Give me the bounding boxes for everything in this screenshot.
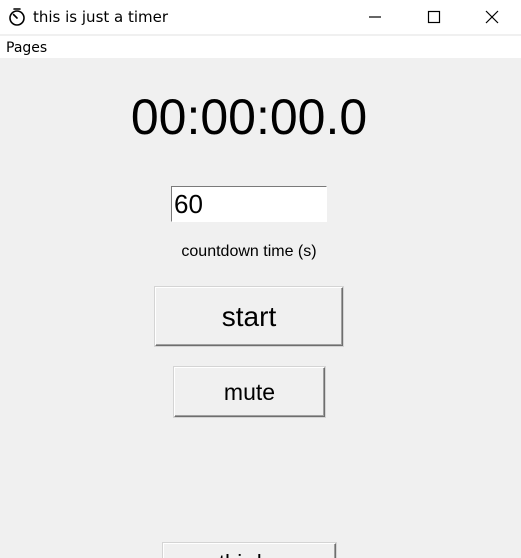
mute-button[interactable]: mute: [174, 367, 325, 417]
start-button[interactable]: start: [155, 287, 343, 346]
title-bar[interactable]: this is just a timer: [0, 0, 521, 34]
countdown-time-input[interactable]: [171, 186, 327, 222]
close-icon: [485, 10, 499, 24]
menu-bar: Pages: [0, 36, 521, 58]
timer-icon: [7, 7, 27, 27]
minimize-button[interactable]: [346, 0, 404, 34]
menu-item-pages[interactable]: Pages: [6, 39, 47, 57]
close-button[interactable]: [463, 0, 521, 34]
minimize-icon: [369, 16, 381, 18]
maximize-button[interactable]: [404, 0, 462, 34]
countdown-time-label: countdown time (s): [181, 243, 317, 260]
third-page-button[interactable]: third p: [163, 543, 336, 558]
window-title: this is just a timer: [33, 8, 169, 26]
timer-display: 00:00:00.0: [130, 89, 368, 145]
app-window: this is just a timer Pages 00:00:00.0 co…: [0, 0, 521, 558]
maximize-icon: [427, 10, 441, 24]
